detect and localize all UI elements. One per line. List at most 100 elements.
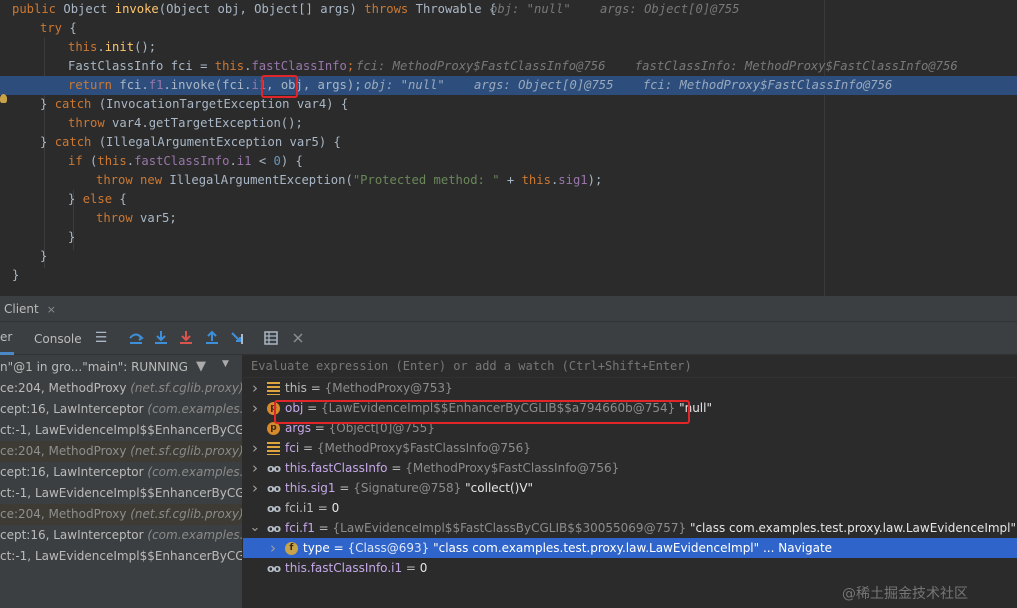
frame-package: (net.sf.cglib.proxy) bbox=[130, 507, 242, 521]
watch-expression-input[interactable]: Evaluate expression (Enter) or add a wat… bbox=[243, 355, 1017, 378]
code-line[interactable]: } catch (InvocationTargetException var4)… bbox=[0, 95, 1017, 114]
frame-row[interactable]: ct:-1, LawEvidenceImpl$$EnhancerByCGLIB bbox=[0, 546, 242, 567]
variable-row[interactable]: › this = {MethodProxy@753} bbox=[243, 378, 1017, 398]
code-token: (Object obj, Object[] args) bbox=[158, 2, 365, 16]
frame-row[interactable]: ce:204, MethodProxy (net.sf.cglib.proxy)… bbox=[0, 441, 242, 462]
code-token: "Protected method: " bbox=[352, 173, 500, 187]
field-icon bbox=[267, 382, 280, 395]
code-line[interactable]: this.init(); bbox=[0, 38, 1017, 57]
frame-package: (com.examples.test bbox=[147, 528, 242, 542]
frame-method: ce:204, MethodProxy bbox=[0, 507, 131, 521]
code-token: this bbox=[214, 59, 245, 73]
code-line[interactable]: throw var5; bbox=[0, 209, 1017, 228]
frame-package: (com.examples.test bbox=[147, 402, 242, 416]
chevron-right-icon[interactable]: › bbox=[249, 458, 261, 478]
frame-row[interactable]: cept:16, LawInterceptor (com.examples.te… bbox=[0, 462, 242, 483]
thread-selector[interactable]: n"@1 in gro..."main": RUNNING ▼ ▼ bbox=[0, 355, 242, 378]
frame-package: (net.sf.cglib.proxy) bbox=[130, 444, 242, 458]
code-token: FastClassInfo fci = bbox=[68, 59, 215, 73]
variable-row[interactable]: oo fci.i1 = 0 bbox=[243, 498, 1017, 518]
code-token: . bbox=[126, 154, 135, 168]
code-token: i1 bbox=[236, 154, 252, 168]
frame-row[interactable]: ct:-1, LawEvidenceImpl$$EnhancerByCGLIB bbox=[0, 483, 242, 504]
variable-text: this.fastClassInfo.i1 = 0 bbox=[285, 558, 427, 578]
frame-row[interactable]: cept:16, LawInterceptor (com.examples.te… bbox=[0, 525, 242, 546]
variable-text: this.fastClassInfo = {MethodProxy$FastCl… bbox=[285, 458, 619, 478]
step-out-icon[interactable] bbox=[204, 330, 220, 346]
code-token: } bbox=[40, 97, 55, 111]
code-token: { bbox=[69, 21, 77, 35]
intention-bulb-icon[interactable] bbox=[0, 94, 7, 103]
watermark: @稀土掘金技术社区 bbox=[842, 586, 968, 602]
code-token: .invoke(fci. bbox=[163, 78, 252, 92]
debug-toolbar: er Console ☰ bbox=[0, 322, 1017, 355]
code-line[interactable]: } else { bbox=[0, 190, 1017, 209]
chevron-right-icon[interactable]: › bbox=[267, 538, 279, 558]
frame-package: (com.examples.test bbox=[147, 465, 242, 479]
code-token: this bbox=[521, 173, 551, 187]
filter-icon[interactable]: ▼ bbox=[196, 359, 206, 374]
frame-method: ct:-1, LawEvidenceImpl$$EnhancerByCGLIB bbox=[0, 486, 242, 500]
frame-method: cept:16, LawInterceptor bbox=[0, 528, 148, 542]
code-line-current[interactable]: return fci.f1.invoke(fci.i1, obj, args);… bbox=[0, 76, 1017, 95]
frame-method: ce:204, MethodProxy bbox=[0, 381, 131, 395]
tab-console[interactable]: Console bbox=[34, 322, 82, 355]
code-token: invoke bbox=[114, 2, 159, 16]
code-line[interactable]: public Object invoke(Object obj, Object[… bbox=[0, 0, 1017, 19]
variable-row[interactable]: › fci = {MethodProxy$FastClassInfo@756} bbox=[243, 438, 1017, 458]
equals-sign: = bbox=[314, 521, 333, 535]
code-line[interactable]: if (this.fastClassInfo.i1 < 0) { bbox=[0, 152, 1017, 171]
variable-row-selected[interactable]: › f type = {Class@693} "class com.examples… bbox=[243, 538, 1017, 558]
watch-icon: oo bbox=[267, 482, 281, 495]
code-editor[interactable]: public Object invoke(Object obj, Object[… bbox=[0, 0, 1017, 296]
code-text: } bbox=[40, 247, 47, 266]
chevron-right-icon[interactable]: › bbox=[249, 398, 261, 418]
code-line[interactable]: } bbox=[0, 247, 1017, 266]
chevron-right-icon[interactable]: › bbox=[249, 478, 261, 498]
evaluate-icon[interactable] bbox=[263, 330, 279, 346]
frame-package: (net.sf.cglib.proxy) bbox=[130, 381, 242, 395]
frame-row[interactable]: ce:204, MethodProxy (net.sf.cglib.proxy)… bbox=[0, 378, 242, 399]
code-text: } bbox=[68, 228, 75, 247]
code-text: throw var4.getTargetException(); bbox=[68, 114, 303, 133]
frame-row[interactable]: ct:-1, LawEvidenceImpl$$EnhancerByCGLIB bbox=[0, 420, 242, 441]
code-token: (IllegalArgumentException var5) { bbox=[98, 135, 341, 149]
code-line[interactable]: throw var4.getTargetException(); bbox=[0, 114, 1017, 133]
chevron-right-icon[interactable]: › bbox=[249, 378, 261, 398]
menu-icon[interactable]: ☰ bbox=[93, 330, 109, 346]
variable-row[interactable]: › oo this.sig1 = {Signature@758} "collect(… bbox=[243, 478, 1017, 498]
tab-debugger-label: er bbox=[0, 330, 13, 344]
variable-text: fci.i1 = 0 bbox=[285, 498, 339, 518]
code-line[interactable]: } bbox=[0, 266, 1017, 285]
frame-row[interactable]: cept:16, LawInterceptor (com.examples.te… bbox=[0, 399, 242, 420]
run-to-cursor-icon[interactable] bbox=[230, 330, 246, 346]
variable-row[interactable]: oo this.fastClassInfo.i1 = 0 bbox=[243, 558, 1017, 578]
chevron-right-icon[interactable]: › bbox=[249, 438, 261, 458]
more-tools-icon[interactable] bbox=[290, 330, 306, 346]
step-over-icon[interactable] bbox=[128, 330, 144, 346]
variable-row[interactable]: ⌄ oo fci.f1 = {LawEvidenceImpl$$FastClassB… bbox=[243, 518, 1017, 538]
step-into-icon[interactable] bbox=[153, 330, 169, 346]
code-token: IllegalArgumentException( bbox=[169, 173, 353, 187]
code-line[interactable]: try { bbox=[0, 19, 1017, 38]
code-token: catch bbox=[54, 135, 99, 149]
code-line[interactable]: } bbox=[0, 228, 1017, 247]
code-line[interactable]: FastClassInfo fci = this.fastClassInfo; f… bbox=[0, 57, 1017, 76]
close-icon[interactable]: × bbox=[47, 303, 56, 316]
chevron-down-icon[interactable]: ⌄ bbox=[249, 518, 261, 538]
f-icon: f bbox=[285, 542, 298, 555]
code-token: { bbox=[119, 192, 127, 206]
tab-client[interactable]: Client × bbox=[0, 296, 60, 322]
code-token: this bbox=[97, 154, 127, 168]
variable-row[interactable]: › oo this.fastClassInfo = {MethodProxy$Fas… bbox=[243, 458, 1017, 478]
force-step-into-icon[interactable] bbox=[178, 330, 194, 346]
variable-name: fci.f1 bbox=[285, 521, 315, 535]
tab-debugger[interactable]: er bbox=[0, 322, 14, 355]
inline-debug-hint: fci: MethodProxy$FastClassInfo@756 fastC… bbox=[356, 59, 958, 73]
code-line[interactable]: } catch (IllegalArgumentException var5) … bbox=[0, 133, 1017, 152]
code-line[interactable]: throw new IllegalArgumentException("Prot… bbox=[0, 171, 1017, 190]
chevron-down-icon[interactable]: ▼ bbox=[222, 359, 229, 369]
code-token: var5; bbox=[140, 211, 177, 225]
code-token: throw bbox=[96, 211, 141, 225]
frame-row[interactable]: ce:204, MethodProxy (net.sf.cglib.proxy)… bbox=[0, 504, 242, 525]
